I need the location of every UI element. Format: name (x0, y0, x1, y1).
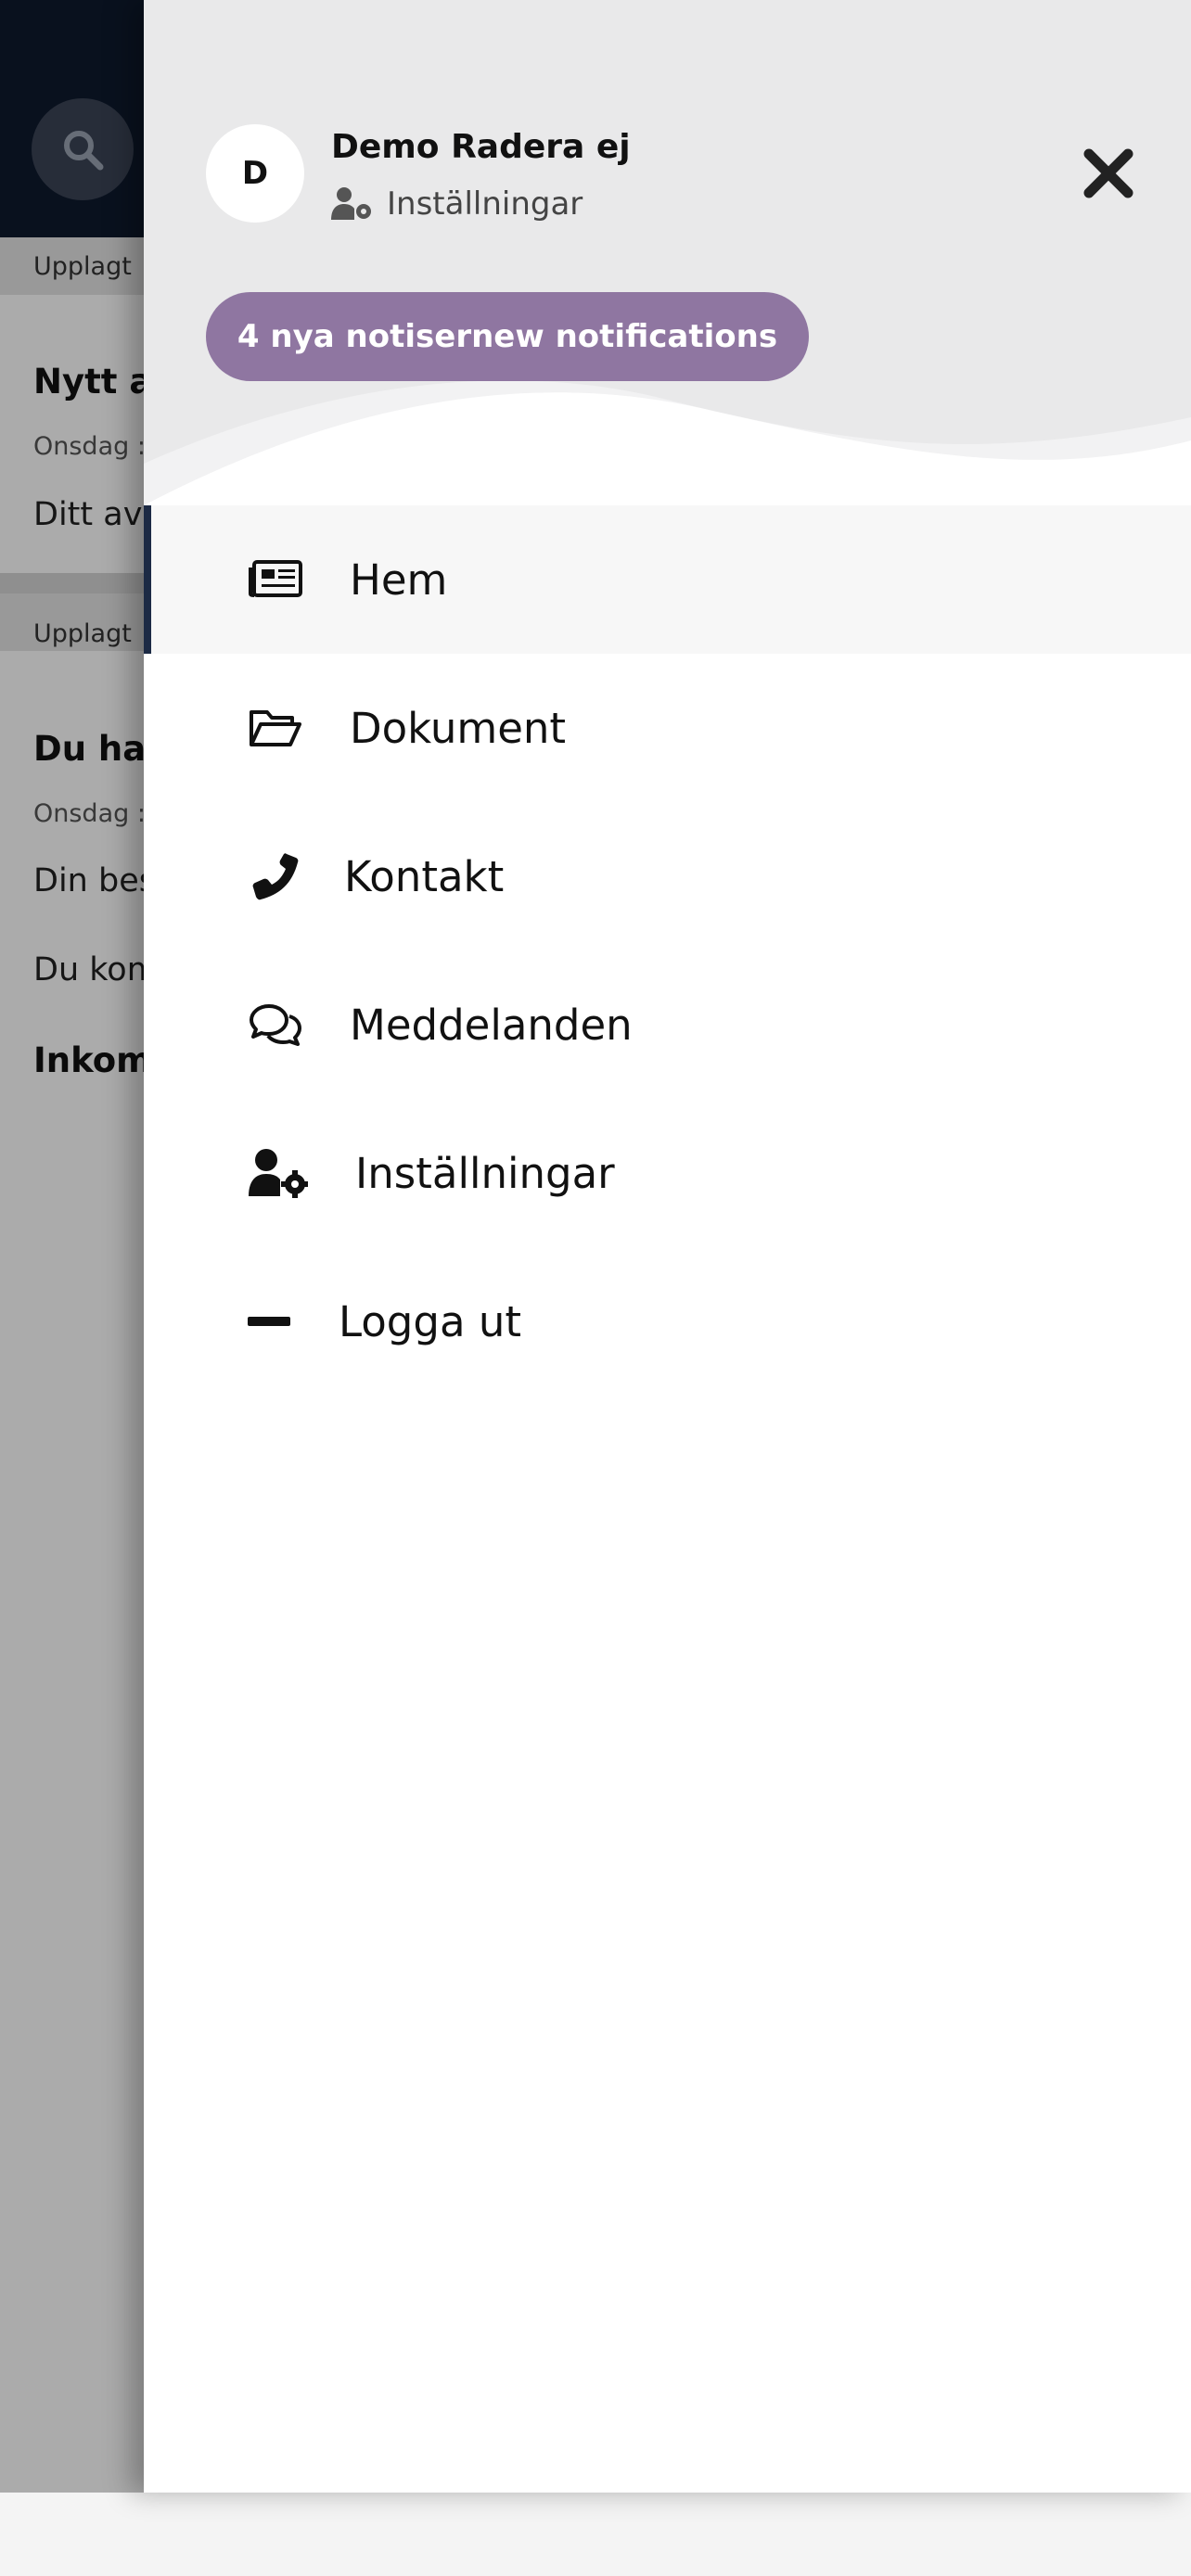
navigation-drawer: D Demo Radera ej Inställningar 4 nya not… (144, 0, 1191, 2493)
user-settings-link[interactable]: Inställningar (331, 185, 583, 223)
folder-open-icon (248, 700, 303, 756)
close-icon (1083, 148, 1133, 198)
menu-item-installningar[interactable]: Inställningar (144, 1099, 1191, 1247)
menu-label: Hem (350, 555, 448, 605)
notifications-button[interactable]: 4 nya notisernew notifications (206, 292, 809, 381)
user-settings-label: Inställningar (387, 185, 583, 223)
bottom-bar (0, 2493, 1191, 2576)
menu-label: Dokument (350, 703, 567, 753)
user-cog-icon (248, 1145, 309, 1201)
minus-icon (246, 1294, 292, 1349)
drawer-header: D Demo Radera ej Inställningar 4 nya not… (144, 0, 1191, 510)
menu-item-hem[interactable]: Hem (144, 505, 1191, 654)
menu-label: Logga ut (339, 1296, 521, 1346)
phone-icon (248, 848, 303, 904)
header-wave (144, 380, 1191, 510)
drawer-menu: Hem Dokument Kontakt Meddelanden Inställ… (144, 505, 1191, 1396)
newspaper-icon (248, 552, 303, 607)
menu-label: Kontakt (344, 851, 505, 901)
user-name: Demo Radera ej (331, 128, 631, 166)
menu-item-logga-ut[interactable]: Logga ut (144, 1247, 1191, 1396)
comments-icon (248, 997, 303, 1052)
menu-label: Inställningar (355, 1148, 615, 1198)
menu-item-dokument[interactable]: Dokument (144, 654, 1191, 802)
menu-item-kontakt[interactable]: Kontakt (144, 802, 1191, 950)
menu-label: Meddelanden (350, 1000, 633, 1050)
menu-item-meddelanden[interactable]: Meddelanden (144, 950, 1191, 1099)
user-cog-icon (331, 187, 371, 220)
close-button[interactable] (1076, 141, 1141, 206)
avatar: D (206, 124, 304, 223)
